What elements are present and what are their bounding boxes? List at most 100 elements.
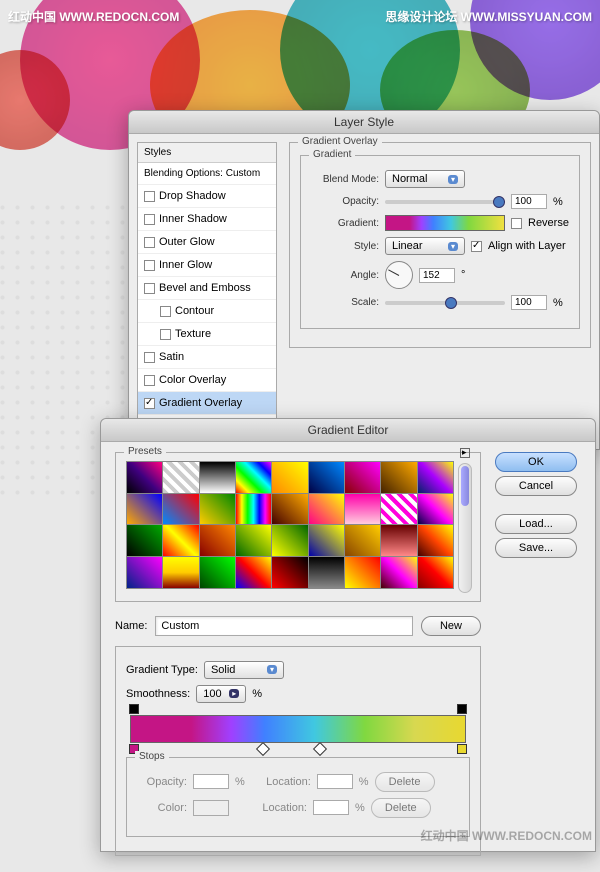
preset-swatch[interactable] bbox=[272, 557, 307, 588]
preset-swatch[interactable] bbox=[236, 525, 271, 556]
gradient-overlay-label: Gradient Overlay bbox=[298, 136, 382, 147]
style-item-inner-shadow[interactable]: Inner Shadow bbox=[138, 208, 276, 231]
presets-grid bbox=[126, 461, 454, 589]
style-item-outer-glow[interactable]: Outer Glow bbox=[138, 231, 276, 254]
gradient-type-select[interactable]: Solid▾ bbox=[204, 661, 284, 679]
preset-swatch[interactable] bbox=[127, 462, 162, 493]
preset-swatch[interactable] bbox=[200, 462, 235, 493]
watermark-top-right: 思缘设计论坛 WWW.MISSYUAN.COM bbox=[385, 8, 592, 25]
presets-scrollbar[interactable] bbox=[458, 463, 472, 593]
style-checkbox[interactable] bbox=[144, 375, 155, 386]
style-item-satin[interactable]: Satin bbox=[138, 346, 276, 369]
preset-swatch[interactable] bbox=[163, 557, 198, 588]
preset-swatch[interactable] bbox=[236, 462, 271, 493]
preset-swatch[interactable] bbox=[236, 557, 271, 588]
preset-swatch[interactable] bbox=[272, 525, 307, 556]
preset-swatch[interactable] bbox=[163, 494, 198, 525]
style-label: Gradient Overlay bbox=[159, 397, 242, 409]
style-select[interactable]: Linear▾ bbox=[385, 237, 465, 255]
style-checkbox[interactable] bbox=[144, 283, 155, 294]
preset-swatch[interactable] bbox=[418, 494, 453, 525]
style-item-inner-glow[interactable]: Inner Glow bbox=[138, 254, 276, 277]
opacity-stop[interactable] bbox=[129, 704, 139, 714]
opacity-input[interactable] bbox=[511, 194, 547, 209]
presets-label: Presets bbox=[124, 446, 166, 457]
style-item-gradient-overlay[interactable]: Gradient Overlay bbox=[138, 392, 276, 415]
preset-swatch[interactable] bbox=[200, 557, 235, 588]
save-button[interactable]: Save... bbox=[495, 538, 577, 558]
preset-swatch[interactable] bbox=[272, 494, 307, 525]
preset-swatch[interactable] bbox=[381, 494, 416, 525]
style-item-color-overlay[interactable]: Color Overlay bbox=[138, 369, 276, 392]
style-checkbox[interactable] bbox=[144, 398, 155, 409]
stop-color-location-input bbox=[313, 800, 349, 815]
preset-swatch[interactable] bbox=[345, 462, 380, 493]
angle-dial[interactable] bbox=[385, 261, 413, 289]
preset-swatch[interactable] bbox=[309, 525, 344, 556]
color-midpoint[interactable] bbox=[256, 742, 270, 756]
delete-color-stop-button: Delete bbox=[371, 798, 431, 818]
preset-swatch[interactable] bbox=[127, 525, 162, 556]
preset-swatch[interactable] bbox=[381, 525, 416, 556]
preset-swatch[interactable] bbox=[345, 557, 380, 588]
stop-opacity-label: Opacity: bbox=[137, 776, 187, 788]
style-label: Contour bbox=[175, 305, 214, 317]
style-checkbox[interactable] bbox=[144, 237, 155, 248]
style-checkbox[interactable] bbox=[144, 352, 155, 363]
preset-swatch[interactable] bbox=[381, 462, 416, 493]
load-button[interactable]: Load... bbox=[495, 514, 577, 534]
style-label: Satin bbox=[159, 351, 184, 363]
style-checkbox[interactable] bbox=[160, 306, 171, 317]
style-item-bevel-and-emboss[interactable]: Bevel and Emboss bbox=[138, 277, 276, 300]
color-midpoint[interactable] bbox=[313, 742, 327, 756]
style-checkbox[interactable] bbox=[144, 260, 155, 271]
angle-input[interactable] bbox=[419, 268, 455, 283]
style-item-drop-shadow[interactable]: Drop Shadow bbox=[138, 185, 276, 208]
ok-button[interactable]: OK bbox=[495, 452, 577, 472]
deg-label: ° bbox=[461, 269, 465, 281]
preset-swatch[interactable] bbox=[200, 494, 235, 525]
opacity-stop[interactable] bbox=[457, 704, 467, 714]
scale-slider[interactable] bbox=[385, 301, 505, 305]
preset-swatch[interactable] bbox=[163, 462, 198, 493]
style-checkbox[interactable] bbox=[144, 214, 155, 225]
presets-flyout-icon[interactable] bbox=[460, 448, 470, 458]
preset-swatch[interactable] bbox=[381, 557, 416, 588]
smoothness-select[interactable]: 100▸ bbox=[196, 685, 246, 703]
preset-swatch[interactable] bbox=[127, 494, 162, 525]
gradient-bar[interactable] bbox=[130, 715, 466, 743]
preset-swatch[interactable] bbox=[200, 525, 235, 556]
preset-swatch[interactable] bbox=[418, 462, 453, 493]
preset-swatch[interactable] bbox=[163, 525, 198, 556]
preset-swatch[interactable] bbox=[236, 494, 271, 525]
preset-swatch[interactable] bbox=[345, 494, 380, 525]
style-checkbox[interactable] bbox=[144, 191, 155, 202]
name-input[interactable] bbox=[155, 616, 413, 636]
align-checkbox[interactable] bbox=[471, 241, 482, 252]
gradient-type-label: Gradient Type: bbox=[126, 664, 198, 676]
styles-header[interactable]: Styles bbox=[138, 143, 276, 163]
style-checkbox[interactable] bbox=[160, 329, 171, 340]
preset-swatch[interactable] bbox=[127, 557, 162, 588]
scale-input[interactable] bbox=[511, 295, 547, 310]
preset-swatch[interactable] bbox=[309, 494, 344, 525]
preset-swatch[interactable] bbox=[418, 525, 453, 556]
style-item-contour[interactable]: Contour bbox=[138, 300, 276, 323]
blend-mode-select[interactable]: Normal▾ bbox=[385, 170, 465, 188]
opacity-slider[interactable] bbox=[385, 200, 505, 204]
new-button[interactable]: New bbox=[421, 616, 481, 636]
cancel-button[interactable]: Cancel bbox=[495, 476, 577, 496]
gradient-swatch[interactable] bbox=[385, 215, 505, 231]
preset-swatch[interactable] bbox=[345, 525, 380, 556]
preset-swatch[interactable] bbox=[309, 557, 344, 588]
scale-label: Scale: bbox=[311, 297, 379, 308]
preset-swatch[interactable] bbox=[418, 557, 453, 588]
preset-swatch[interactable] bbox=[309, 462, 344, 493]
blending-options-item[interactable]: Blending Options: Custom bbox=[138, 163, 276, 185]
color-stop[interactable] bbox=[457, 744, 467, 754]
style-item-texture[interactable]: Texture bbox=[138, 323, 276, 346]
stops-label: Stops bbox=[135, 751, 169, 762]
angle-label: Angle: bbox=[311, 270, 379, 281]
preset-swatch[interactable] bbox=[272, 462, 307, 493]
reverse-checkbox[interactable] bbox=[511, 218, 522, 229]
